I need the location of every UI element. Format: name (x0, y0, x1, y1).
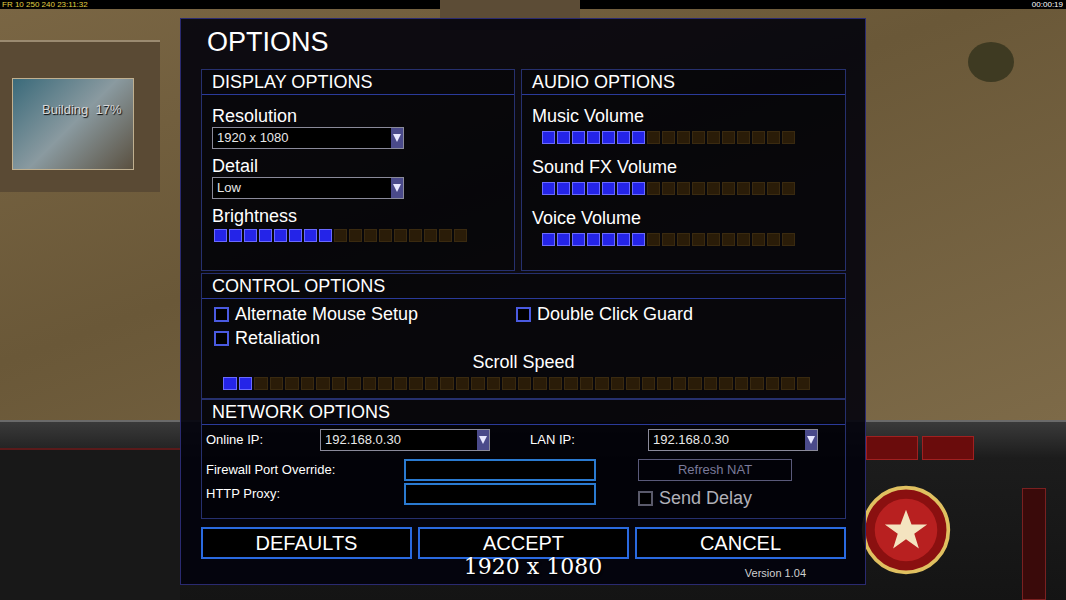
dropdown-arrow-icon[interactable] (805, 430, 817, 450)
field-label: Firewall Port Override: (206, 461, 404, 479)
version-label: Version 1.04 (745, 567, 806, 580)
dropdown-arrow-icon[interactable] (391, 178, 403, 198)
checkbox-row[interactable]: Double Click Guard (516, 303, 833, 325)
dropdown-arrow-icon[interactable] (391, 128, 403, 148)
slider-label: Brightness (212, 205, 504, 227)
command-tab[interactable] (866, 436, 918, 460)
slider-label: Sound FX Volume (532, 156, 835, 178)
options-dialog: OPTIONSDISPLAY OPTIONSResolution1920 x 1… (180, 18, 866, 585)
volume-slider[interactable] (542, 182, 835, 195)
game-screen: FR 10 250 240 23:11:32 00:00:19 Building 1… (0, 0, 1066, 600)
field-label: Resolution (212, 105, 504, 127)
text-input[interactable] (404, 459, 596, 481)
scroll-speed-slider[interactable] (223, 377, 845, 390)
brightness-slider[interactable] (214, 229, 504, 242)
command-tabs (866, 436, 974, 460)
send-delay-checkbox-row[interactable]: Send Delay (638, 487, 792, 509)
checkbox[interactable] (516, 307, 531, 322)
volume-slider[interactable] (542, 131, 835, 144)
dropdown-arrow-icon[interactable] (477, 430, 489, 450)
dropdown[interactable]: 1920 x 1080 (212, 127, 404, 149)
section-heading: NETWORK OPTIONS (202, 400, 845, 425)
field-label: Online IP: (206, 431, 312, 449)
control-options-panel: CONTROL OPTIONS Alternate Mouse SetupDoub… (201, 273, 846, 399)
construction-frame (12, 78, 134, 170)
hud-stats: FR 10 250 240 23:11:32 (0, 0, 88, 9)
dialog-title: OPTIONS (201, 19, 846, 69)
field-label: Detail (212, 155, 504, 177)
tree (968, 42, 1014, 82)
refresh-nat-button[interactable]: Refresh NAT (638, 459, 792, 481)
checkbox-row[interactable]: Alternate Mouse Setup (214, 303, 516, 325)
section-heading: AUDIO OPTIONS (522, 70, 845, 95)
checkbox[interactable] (214, 307, 229, 322)
text-input[interactable] (404, 483, 596, 505)
network-options-panel: NETWORK OPTIONS Online IP: 192.168.0.30 LAN… (201, 399, 846, 519)
dialog-button[interactable]: CANCEL (635, 527, 846, 559)
slider-label: Scroll Speed (202, 351, 845, 373)
checkbox[interactable] (638, 491, 653, 506)
field-label: HTTP Proxy: (206, 485, 404, 503)
section-heading: DISPLAY OPTIONS (202, 70, 514, 95)
section-heading: CONTROL OPTIONS (202, 274, 845, 299)
command-tab[interactable] (922, 436, 974, 460)
faction-emblem-icon (860, 484, 952, 576)
slider-label: Music Volume (532, 105, 835, 127)
ip-dropdown[interactable]: 192.168.0.30 (320, 429, 490, 451)
checkbox[interactable] (214, 331, 229, 346)
volume-slider[interactable] (542, 233, 835, 246)
dialog-button[interactable]: DEFAULTS (201, 527, 412, 559)
resolution-overlay-text: 1920 x 1080 (383, 553, 683, 581)
hud-timer: 00:00:19 (1032, 0, 1066, 9)
power-bar (1022, 488, 1046, 600)
building-status: Building 17% (42, 102, 122, 117)
radar-panel (0, 448, 180, 600)
slider-label: Voice Volume (532, 207, 835, 229)
display-options-panel: DISPLAY OPTIONS Resolution1920 x 1080 Deta… (201, 69, 515, 271)
checkbox-row[interactable]: Retaliation (214, 327, 516, 349)
dropdown[interactable]: Low (212, 177, 404, 199)
audio-options-panel: AUDIO OPTIONS Music Volume Sound FX Volume… (521, 69, 846, 271)
field-label: LAN IP: (530, 431, 640, 449)
ip-dropdown[interactable]: 192.168.0.30 (648, 429, 818, 451)
